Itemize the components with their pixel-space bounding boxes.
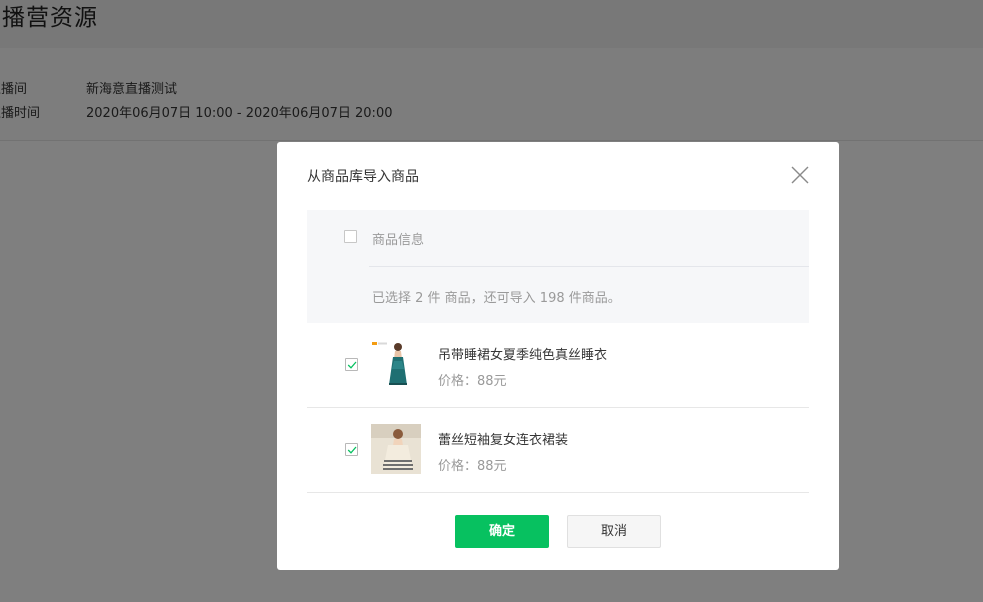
header-row: 商品信息	[307, 210, 809, 266]
cancel-button[interactable]: 取消	[567, 515, 661, 548]
confirm-button[interactable]: 确定	[455, 515, 549, 548]
product-row[interactable]: 蕾丝短袖复女连衣裙装 价格：88元	[307, 408, 809, 493]
check-icon	[347, 361, 357, 369]
select-all-checkbox[interactable]	[344, 230, 357, 243]
product-name: 蕾丝短袖复女连衣裙装	[438, 433, 569, 448]
product-price: 价格：88元	[438, 374, 507, 389]
product-thumbnail	[371, 339, 421, 389]
product-thumbnail	[371, 424, 421, 474]
product-table-header: 商品信息 已选择 2 件 商品，还可导入 198 件商品。	[307, 210, 809, 323]
header-divider	[369, 266, 809, 267]
import-products-dialog: 从商品库导入商品 商品信息 已选择 2 件 商品，还可导入 198 件商品。 吊…	[277, 142, 839, 570]
product-row[interactable]: 吊带睡裙女夏季纯色真丝睡衣 价格：88元	[307, 323, 809, 408]
product-checkbox[interactable]	[345, 443, 358, 456]
check-icon	[347, 446, 357, 454]
header-label: 商品信息	[372, 233, 425, 248]
dialog-title: 从商品库导入商品	[307, 169, 419, 185]
selection-summary: 已选择 2 件 商品，还可导入 198 件商品。	[372, 291, 621, 306]
product-checkbox[interactable]	[345, 358, 358, 371]
product-name: 吊带睡裙女夏季纯色真丝睡衣	[438, 348, 608, 363]
product-price: 价格：88元	[438, 459, 507, 474]
close-icon[interactable]	[789, 164, 811, 186]
